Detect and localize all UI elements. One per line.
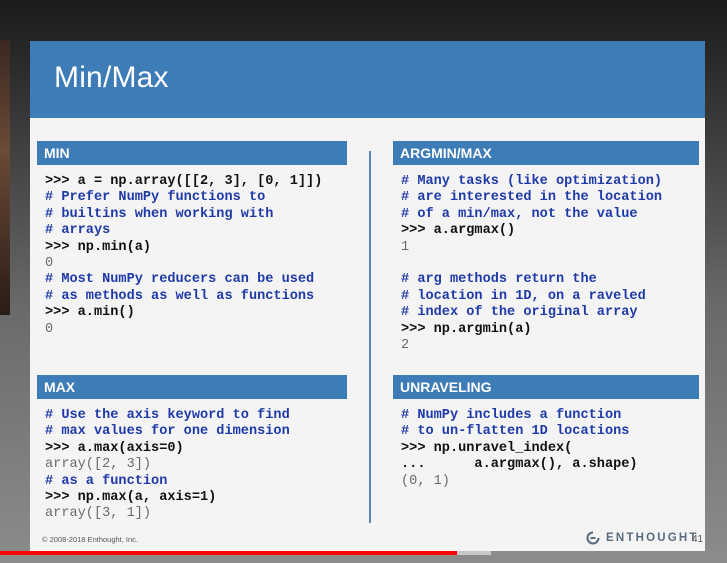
code-line: >>> a.max(axis=0)	[45, 440, 184, 456]
code-line: # Most NumPy reducers can be used	[45, 272, 315, 288]
code-line: 0	[45, 321, 54, 337]
unraveling-code-block: # NumPy includes a function # to un-flatt…	[393, 399, 699, 490]
code-line: # are interested in the location	[401, 190, 663, 206]
presentation-slide: Min/Max MIN >>> a = np.array([[2, 3], [0…	[30, 41, 705, 553]
copyright-notice: © 2008-2018 Enthought, Inc.	[42, 535, 139, 544]
argminmax-code-block: # Many tasks (like optimization) # are in…	[393, 165, 699, 354]
unraveling-panel-header: UNRAVELING	[393, 375, 699, 399]
min-panel: MIN >>> a = np.array([[2, 3], [0, 1]]) # …	[37, 141, 347, 338]
code-line: # location in 1D, on a raveled	[401, 288, 646, 304]
enthought-logo: ENTHOUGHT	[586, 531, 699, 545]
code-line: # to un-flatten 1D locations	[401, 424, 630, 440]
max-panel: MAX # Use the axis keyword to find # max …	[37, 375, 347, 523]
enthought-logo-icon	[586, 531, 600, 545]
code-line: >>> np.max(a, axis=1)	[45, 490, 217, 506]
code-line: 0	[45, 256, 54, 272]
code-line: >>> a.argmax()	[401, 223, 516, 239]
code-line: # of a min/max, not the value	[401, 206, 638, 222]
slide-title: Min/Max	[54, 61, 169, 94]
code-line: array([2, 3])	[45, 457, 152, 473]
code-line: 2	[401, 338, 410, 354]
code-line: # as a function	[45, 473, 168, 489]
title-banner: Min/Max	[30, 41, 705, 118]
code-line: array([3, 1])	[45, 506, 152, 522]
code-line: # arrays	[45, 223, 111, 239]
webcam-feed	[0, 40, 10, 315]
logo-text: ENTHOUGHT	[606, 532, 699, 544]
code-line: # NumPy includes a function	[401, 408, 622, 423]
video-progress-bar[interactable]	[0, 551, 727, 555]
code-line: (0, 1)	[401, 473, 450, 489]
argminmax-panel-header: ARGMIN/MAX	[393, 141, 699, 165]
code-line: ... a.argmax(), a.shape)	[401, 457, 638, 473]
code-line: # Prefer NumPy functions to	[45, 190, 266, 206]
column-divider	[369, 151, 371, 523]
max-code-block: # Use the axis keyword to find # max valu…	[37, 399, 347, 523]
min-code-block: >>> a = np.array([[2, 3], [0, 1]]) # Pref…	[37, 165, 347, 338]
code-line: >>> np.argmin(a)	[401, 321, 532, 337]
code-line: 1	[401, 239, 410, 255]
code-line: # arg methods return the	[401, 272, 597, 288]
code-line: >>> a = np.array([[2, 3], [0, 1]])	[45, 174, 323, 189]
code-line: # Many tasks (like optimization)	[401, 174, 663, 189]
code-line: # as methods as well as functions	[45, 288, 315, 304]
unraveling-panel: UNRAVELING # NumPy includes a function # …	[393, 375, 699, 490]
min-panel-header: MIN	[37, 141, 347, 165]
code-line: >>> np.unravel_index(	[401, 440, 573, 456]
code-line: # builtins when working with	[45, 206, 274, 222]
argminmax-panel: ARGMIN/MAX # Many tasks (like optimizati…	[393, 141, 699, 354]
video-played-bar	[0, 551, 457, 555]
max-panel-header: MAX	[37, 375, 347, 399]
code-line: # Use the axis keyword to find	[45, 408, 290, 423]
page-number: 41	[692, 534, 704, 545]
code-line: >>> np.min(a)	[45, 239, 152, 255]
code-line: # max values for one dimension	[45, 424, 290, 440]
code-line: >>> a.min()	[45, 305, 135, 321]
code-line: # index of the original array	[401, 305, 638, 321]
